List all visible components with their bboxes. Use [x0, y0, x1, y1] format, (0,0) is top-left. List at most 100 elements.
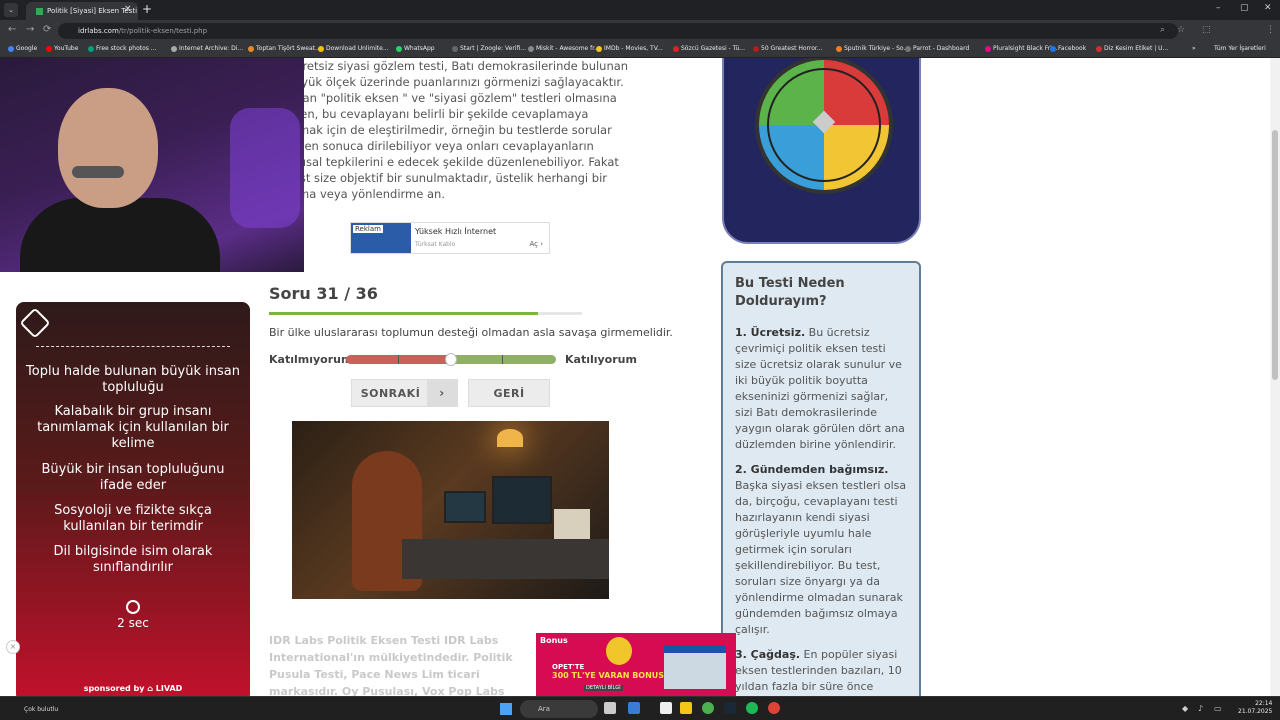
bookmark-item[interactable]: 50 Greatest Horror...: [753, 45, 823, 52]
bookmark-label: Diz Kesim Etiket | U...: [1104, 45, 1169, 52]
widget-option[interactable]: Kalabalık bir grup insanı tanımlamak içi…: [26, 404, 240, 452]
widget-sponsor: sponsored by ⌂ LIVAD: [83, 684, 183, 693]
all-bookmarks-button[interactable]: Tüm Yer İşaretleri: [1214, 45, 1266, 52]
reload-icon[interactable]: ⟳: [43, 24, 51, 35]
next-button[interactable]: SONRAKİ ›: [351, 379, 458, 407]
why-item-body: Bu ücretsiz çevrimiçi politik eksen test…: [735, 326, 905, 451]
bottom-banner-ad[interactable]: Bonus OPET'TE 300 TL'YE VARAN BONUS! DET…: [536, 633, 736, 696]
bookmark-item[interactable]: WhatsApp: [396, 45, 435, 52]
bookmark-item[interactable]: Toptan Tişört Sweat...: [248, 45, 321, 52]
taskbar-clock[interactable]: 22:14 21.07.2025: [1238, 700, 1272, 716]
widget-option[interactable]: Dil bilgisinde isim olarak sınıflandırıl…: [26, 544, 240, 576]
close-window-button[interactable]: ✕: [1264, 3, 1272, 13]
webcam-person-face: [58, 88, 158, 208]
bookmark-item[interactable]: Internet Archive: Di...: [171, 45, 243, 52]
ad-badge: Reklam: [353, 225, 383, 233]
why-item-head: 1. Ücretsiz.: [735, 326, 806, 339]
bookmarks-bar: Google YouTube Free stock photos ... Intern…: [0, 42, 1280, 58]
why-item: 3. Çağdaş. En popüler siyasi eksen testl…: [735, 647, 907, 696]
spotify-icon[interactable]: [746, 702, 758, 714]
small-ad-banner[interactable]: Reklam Yüksek Hızlı İnternet Türksat Kab…: [350, 222, 550, 254]
back-button-label: GERİ: [493, 387, 525, 400]
browser-toolbar: ← → ⟳ idrlabs.com/tr/politik-eksen/testi…: [0, 20, 1280, 42]
zoom-icon[interactable]: ⌕: [1160, 25, 1165, 35]
bookmarks-overflow-icon[interactable]: »: [1192, 45, 1196, 52]
weather-widget[interactable]: Çok bulutlu: [24, 706, 58, 713]
bookmark-label: Facebook: [1058, 45, 1087, 52]
slider-handle[interactable]: [445, 353, 457, 366]
webcam-person-body: [20, 198, 220, 272]
bookmark-item[interactable]: Free stock photos ...: [88, 45, 157, 52]
new-tab-button[interactable]: +: [142, 2, 152, 16]
bookmark-favicon-icon: [905, 45, 911, 52]
file-explorer-icon[interactable]: [680, 702, 692, 714]
browser-menu-icon[interactable]: ⋮: [1266, 25, 1275, 35]
compass-logo: [722, 58, 921, 244]
quiz-progress-bar: [269, 312, 582, 315]
bookmark-favicon-icon: [318, 45, 324, 52]
question-text: Bir ülke uluslararası toplumun desteği o…: [269, 326, 673, 339]
bookmark-label: Google: [16, 45, 38, 52]
bookmark-star-icon[interactable]: ☆: [1177, 25, 1185, 35]
bookmark-favicon-icon: [171, 45, 177, 52]
bookmark-item[interactable]: Sözcü Gazetesi - Tü...: [673, 45, 745, 52]
app-icon[interactable]: [660, 702, 672, 714]
volume-icon[interactable]: ♪: [1198, 704, 1203, 713]
bookmark-item[interactable]: Parrot - Dashboard: [905, 45, 969, 52]
maximize-button[interactable]: ▢: [1240, 3, 1249, 13]
extensions-icon[interactable]: ⬚: [1202, 25, 1211, 35]
bookmark-label: Pluralsight Black Fri...: [993, 45, 1058, 52]
bookmark-item[interactable]: Download Unlimite...: [318, 45, 389, 52]
chrome-icon[interactable]: [702, 702, 714, 714]
why-take-test-box: Bu Testi Neden Doldurayım? 1. Ücretsiz. …: [721, 261, 921, 696]
ad-open-button[interactable]: Aç ›: [529, 240, 543, 248]
scrollbar-thumb[interactable]: [1272, 130, 1278, 380]
ad-close-icon[interactable]: ×: [6, 640, 20, 654]
why-item-head: 3. Çağdaş.: [735, 648, 801, 661]
minimize-button[interactable]: –: [1216, 3, 1221, 13]
back-icon[interactable]: ←: [8, 24, 16, 35]
next-arrow-icon: ›: [427, 380, 457, 406]
bookmark-item[interactable]: Start | Zoogle: Verifi...: [452, 45, 526, 52]
bookmark-item[interactable]: Pluralsight Black Fri...: [985, 45, 1058, 52]
bookmark-favicon-icon: [452, 45, 458, 52]
bookmark-item[interactable]: Google: [8, 45, 37, 52]
bookmark-item[interactable]: Sputnik Türkiye - So...: [836, 45, 909, 52]
bookmark-item[interactable]: Facebook: [1050, 45, 1086, 52]
page-scrollbar[interactable]: [1270, 58, 1280, 696]
widget-option[interactable]: Toplu halde bulunan büyük insan topluluğ…: [26, 364, 240, 396]
widgets-icon[interactable]: [628, 702, 640, 714]
browser-title-bar: ⌄ Politik [Siyasi] Eksen Testi × + – ▢ ✕: [0, 0, 1280, 20]
bookmark-label: 50 Greatest Horror...: [761, 45, 823, 52]
ad-cta[interactable]: DETAYLI BİLGİ: [584, 685, 623, 691]
bookmark-item[interactable]: Diz Kesim Etiket | U...: [1096, 45, 1168, 52]
battery-icon[interactable]: ▭: [1214, 704, 1222, 713]
why-item-head: 2. Gündemden bağımsız.: [735, 463, 889, 476]
taskbar-search[interactable]: Ara: [520, 700, 598, 718]
back-button[interactable]: GERİ: [468, 379, 550, 407]
app-icon[interactable]: [768, 702, 780, 714]
agree-label: Katılıyorum: [565, 353, 637, 366]
bookmark-favicon-icon: [753, 45, 759, 52]
agreement-slider[interactable]: [346, 353, 556, 366]
bookmark-item[interactable]: YouTube: [46, 45, 78, 52]
task-view-icon[interactable]: [604, 702, 616, 714]
widget-option[interactable]: Büyük bir insan topluluğunu ifade eder: [26, 462, 240, 494]
tab-search-button[interactable]: ⌄: [4, 3, 18, 17]
ad-title: Yüksek Hızlı İnternet: [415, 227, 497, 236]
question-counter: Soru 31 / 36: [269, 284, 378, 303]
why-box-title: Bu Testi Neden Doldurayım?: [735, 276, 845, 309]
widget-option[interactable]: Sosyoloji ve fizikte sıkça kullanılan bi…: [26, 503, 240, 535]
bookmark-item[interactable]: IMDb - Movies, TV...: [596, 45, 663, 52]
bookmark-item[interactable]: Miskit - Awesome fr...: [528, 45, 600, 52]
photo-monitor-small: [444, 491, 486, 523]
tab-close-icon[interactable]: ×: [124, 4, 132, 14]
bookmark-label: Free stock photos ...: [96, 45, 157, 52]
browser-tab-active[interactable]: Politik [Siyasi] Eksen Testi: [26, 2, 138, 20]
forward-icon[interactable]: →: [26, 24, 34, 35]
address-bar[interactable]: idrlabs.com/tr/politik-eksen/testi.php: [58, 23, 1178, 39]
start-button-icon[interactable]: [500, 703, 512, 715]
url-path: /tr/politik-eksen/testi.php: [118, 27, 208, 35]
steam-icon[interactable]: [724, 702, 736, 714]
network-icon[interactable]: ◆: [1182, 704, 1188, 713]
